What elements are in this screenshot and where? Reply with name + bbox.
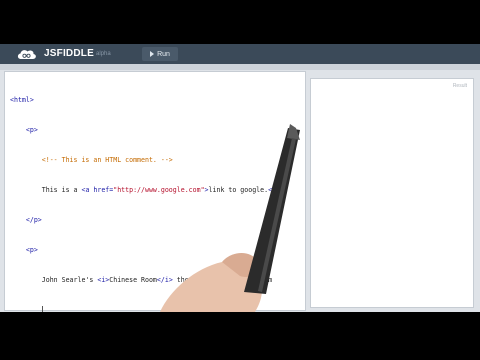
code-text: John Searle's <box>41 276 98 284</box>
code-token: <i> <box>97 276 110 284</box>
code-line: <p> <box>10 245 284 255</box>
code-text: Chinese Room <box>109 276 157 284</box>
code-line: <p> <box>10 125 284 135</box>
code-line: <html> <box>10 95 284 105</box>
code-block[interactable]: <html> <p> <!-- This is an HTML comment.… <box>10 75 284 312</box>
jsfiddle-screen: JSFIDDLE alpha Run <html> <p> <!-- This … <box>0 44 480 312</box>
code-line <box>10 305 284 312</box>
code-token: </a> <box>268 186 284 194</box>
code-token: </p> <box>25 216 42 224</box>
code-token: </i> <box>156 276 173 284</box>
run-label: Run <box>157 50 170 58</box>
brand-name: JSFIDDLE <box>44 48 94 59</box>
play-icon <box>150 51 155 57</box>
code-comment: <!-- This is an HTML comment. --> <box>41 156 173 164</box>
code-text: thought experiment, from <box>172 276 273 284</box>
code-string: "http://www.google.com" <box>113 186 205 194</box>
code-token: <html> <box>10 96 34 104</box>
result-panel: Result <box>310 78 474 308</box>
code-line: John Searle's <i>Chinese Room</i> though… <box>10 275 284 285</box>
result-label: Result <box>452 83 467 89</box>
code-line: This is a <a href="http://www.google.com… <box>10 185 284 195</box>
jsfiddle-logo-icon <box>17 50 36 59</box>
app-header: JSFIDDLE alpha Run <box>0 44 480 64</box>
code-text: link to google. <box>208 186 269 194</box>
code-text: This is a <box>41 186 82 194</box>
text-cursor <box>41 306 43 312</box>
code-line: <!-- This is an HTML comment. --> <box>10 155 284 165</box>
code-token: <p> <box>25 246 38 254</box>
html-editor-panel[interactable]: <html> <p> <!-- This is an HTML comment.… <box>4 71 306 312</box>
run-button[interactable]: Run <box>142 47 178 61</box>
code-line: </p> <box>10 215 284 225</box>
code-token: <p> <box>25 126 38 134</box>
code-token: <a href= <box>81 186 114 194</box>
brand-subtitle: alpha <box>96 51 111 57</box>
toolbar-strip <box>0 64 480 70</box>
